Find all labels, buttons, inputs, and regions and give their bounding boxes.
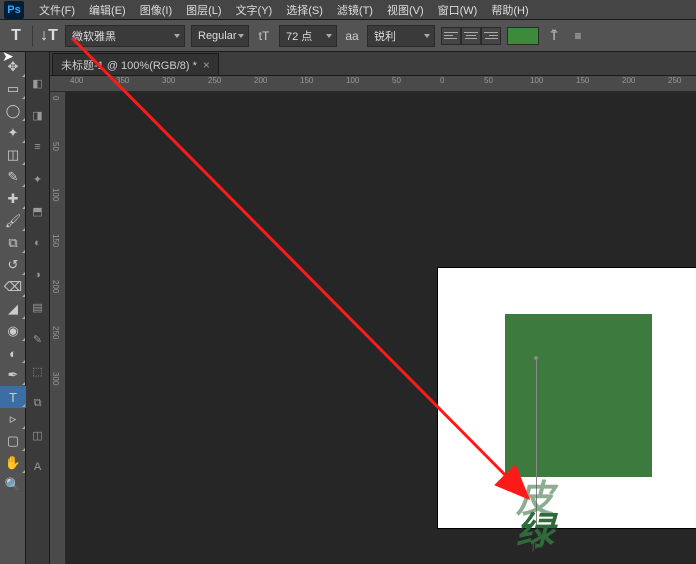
align-left-button[interactable] <box>441 27 461 45</box>
mouse-cursor-icon: ➤ <box>2 48 14 65</box>
workspace: ✥ ▭ ◯ ✦ ◫ ✎ ✚ 🖌 ⧉ ↺ ⌫ ◢ ◉ ◐ ✒ T ▹ ▢ ✋ 🔍 … <box>0 52 696 564</box>
healing-tool[interactable]: ✚ <box>0 188 26 210</box>
menu-edit[interactable]: 编辑(E) <box>82 2 133 18</box>
type-tool[interactable]: T <box>0 386 26 408</box>
dodge-tool[interactable]: ◐ <box>0 342 26 364</box>
gradient-tool[interactable]: ◢ <box>0 298 26 320</box>
menu-window[interactable]: 窗口(W) <box>431 2 485 18</box>
divider <box>32 26 33 46</box>
panel-icon-7[interactable]: ◑ <box>31 268 45 282</box>
stamp-tool[interactable]: ⧉ <box>0 232 26 254</box>
menu-bar: Ps 文件(F) 编辑(E) 图像(I) 图层(L) 文字(Y) 选择(S) 滤… <box>0 0 696 20</box>
panel-icon-4[interactable]: ✦ <box>31 172 45 186</box>
panel-icon-13[interactable]: A <box>31 460 45 474</box>
panel-icon-3[interactable]: ≡ <box>31 140 45 154</box>
document-tab[interactable]: 未标题-1 @ 100%(RGB/8) * × <box>52 53 219 75</box>
canvas[interactable]: 皮 绿 <box>438 268 696 528</box>
toggle-panel-button[interactable]: ≡ <box>569 27 587 45</box>
antialias-icon: aa <box>343 27 361 45</box>
green-rectangle-shape <box>505 314 652 477</box>
tools-panel: ✥ ▭ ◯ ✦ ◫ ✎ ✚ 🖌 ⧉ ↺ ⌫ ◢ ◉ ◐ ✒ T ▹ ▢ ✋ 🔍 <box>0 52 26 564</box>
text-orientation-button[interactable]: ↓T <box>39 26 59 46</box>
text-align-group <box>441 27 501 45</box>
menu-view[interactable]: 视图(V) <box>380 2 431 18</box>
menu-filter[interactable]: 滤镜(T) <box>330 2 380 18</box>
canvas-viewport[interactable]: 0 50 100 150 200 250 300 皮 绿 ji <box>50 92 696 564</box>
document-tab-strip: 未标题-1 @ 100%(RGB/8) * × <box>50 52 696 76</box>
menu-help[interactable]: 帮助(H) <box>484 2 535 18</box>
menu-file[interactable]: 文件(F) <box>32 2 82 18</box>
panel-icon-6[interactable]: ◐ <box>31 236 45 250</box>
path-select-tool[interactable]: ▹ <box>0 408 26 430</box>
marquee-tool[interactable]: ▭ <box>0 78 26 100</box>
magic-wand-tool[interactable]: ✦ <box>0 122 26 144</box>
pen-tool[interactable]: ✒ <box>0 364 26 386</box>
font-size-dropdown[interactable]: 72 点 <box>279 25 337 47</box>
panel-icon-8[interactable]: ▤ <box>31 300 45 314</box>
menu-image[interactable]: 图像(I) <box>133 2 179 18</box>
crop-tool[interactable]: ◫ <box>0 144 26 166</box>
eyedropper-tool[interactable]: ✎ <box>0 166 26 188</box>
font-weight-dropdown[interactable]: Regular <box>191 25 249 47</box>
caret-label: ji <box>532 540 537 552</box>
eraser-tool[interactable]: ⌫ <box>0 276 26 298</box>
panel-icon-11[interactable]: ⧉ <box>31 396 45 410</box>
tab-close-button[interactable]: × <box>203 58 210 72</box>
brush-tool[interactable]: 🖌 <box>0 210 26 232</box>
warp-text-button[interactable]: T̃ <box>545 27 563 45</box>
collapsed-panel-strip: ◧ ◨ ≡ ✦ ⬒ ◐ ◑ ▤ ✎ ⬚ ⧉ ◫ A <box>26 52 50 564</box>
document-tab-title: 未标题-1 @ 100%(RGB/8) * <box>61 57 197 73</box>
text-cursor-handle <box>534 356 538 360</box>
blur-tool[interactable]: ◉ <box>0 320 26 342</box>
panel-icon-1[interactable]: ◧ <box>31 76 45 90</box>
align-right-button[interactable] <box>481 27 501 45</box>
current-tool-icon: T <box>6 26 26 46</box>
history-brush-tool[interactable]: ↺ <box>0 254 26 276</box>
antialias-dropdown[interactable]: 锐利 <box>367 25 435 47</box>
menu-select[interactable]: 选择(S) <box>279 2 330 18</box>
document-area: 未标题-1 @ 100%(RGB/8) * × 400 350 300 250 … <box>50 52 696 564</box>
panel-icon-9[interactable]: ✎ <box>31 332 45 346</box>
menu-layer[interactable]: 图层(L) <box>179 2 228 18</box>
text-color-swatch[interactable] <box>507 27 539 45</box>
horizontal-ruler: 400 350 300 250 200 150 100 50 0 50 100 … <box>50 76 696 92</box>
font-family-dropdown[interactable]: 微软雅黑 <box>65 25 185 47</box>
panel-icon-5[interactable]: ⬒ <box>31 204 45 218</box>
panel-icon-12[interactable]: ◫ <box>31 428 45 442</box>
zoom-tool[interactable]: 🔍 <box>0 474 26 496</box>
align-center-button[interactable] <box>461 27 481 45</box>
vertical-ruler: 0 50 100 150 200 250 300 <box>50 92 66 564</box>
menu-type[interactable]: 文字(Y) <box>229 2 280 18</box>
app-logo: Ps <box>4 1 24 19</box>
options-bar: T ↓T 微软雅黑 Regular tT 72 点 aa 锐利 T̃ ≡ <box>0 20 696 52</box>
panel-icon-10[interactable]: ⬚ <box>31 364 45 378</box>
panel-icon-2[interactable]: ◨ <box>31 108 45 122</box>
shape-tool[interactable]: ▢ <box>0 430 26 452</box>
size-icon: tT <box>255 27 273 45</box>
hand-tool[interactable]: ✋ <box>0 452 26 474</box>
lasso-tool[interactable]: ◯ <box>0 100 26 122</box>
